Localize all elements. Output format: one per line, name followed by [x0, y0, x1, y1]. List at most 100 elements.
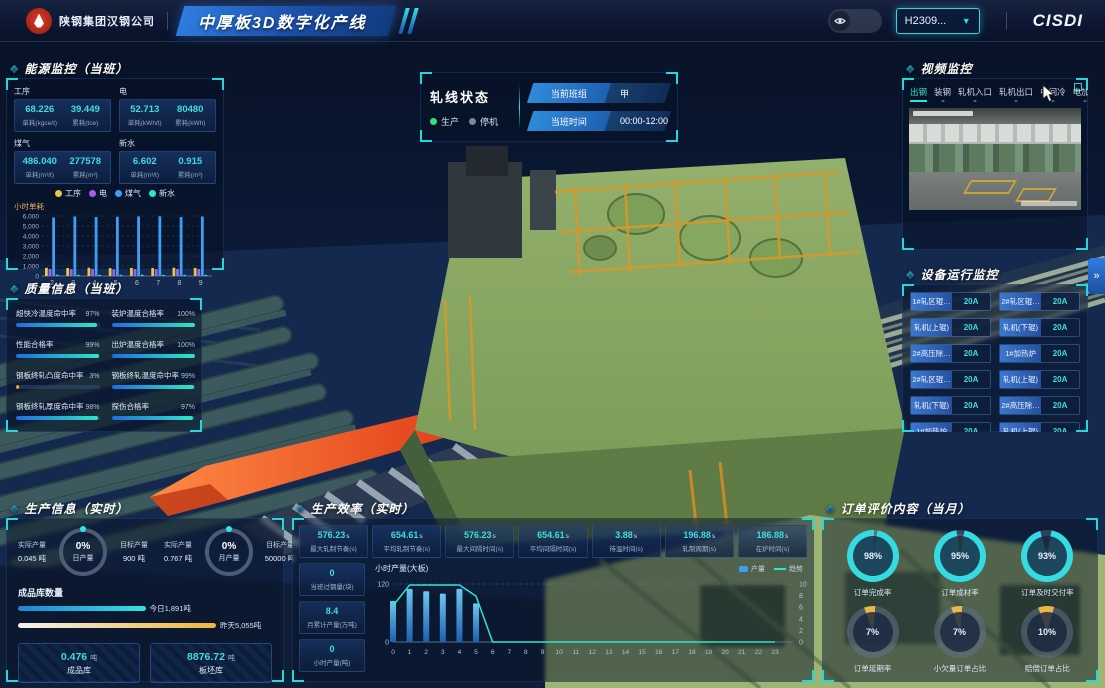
video-tab-装钢[interactable]: 装钢	[934, 86, 951, 102]
visibility-toggle[interactable]	[828, 9, 882, 33]
energy-metric: 486.040单耗(m³/t)	[17, 156, 63, 179]
equipment-row: 2#轧区辊…20A 轧机(上辊)20A	[910, 370, 1080, 389]
efficiency-stat-label: 在炉时间(s)	[741, 543, 804, 553]
quality-bar-fill	[112, 385, 195, 389]
energy-group-name: 煤气	[14, 138, 111, 149]
svg-text:6: 6	[135, 280, 139, 287]
equipment-cell[interactable]: 轧机(上辊)20A	[910, 318, 991, 337]
efficiency-side-value: 0	[302, 644, 362, 654]
equipment-cell[interactable]: 1#轧区辊…20A	[910, 292, 991, 311]
equipment-cell[interactable]: 轧机(下辊)20A	[910, 396, 991, 415]
equipment-cell[interactable]: 轧机(下辊)20A	[999, 318, 1080, 337]
hourly-output-chart: 1200108642001234567891011121314151617181…	[371, 574, 807, 671]
efficiency-stat-value: 576.23s	[448, 530, 511, 540]
order-gauge-value: 10%	[1038, 627, 1056, 637]
status-legend-item: 生产	[430, 115, 459, 128]
target-output-label: 目标产量	[112, 540, 156, 550]
video-feed[interactable]	[909, 108, 1081, 210]
equipment-cell[interactable]: 2#高压除…20A	[910, 344, 991, 363]
equipment-cell[interactable]: 2#高压除…20A	[999, 396, 1080, 415]
equipment-name: 1#加热炉	[1000, 345, 1041, 362]
status-legend-item: 停机	[469, 115, 498, 128]
video-panel-title: 视频监控	[920, 60, 972, 77]
efficiency-stat-label: 待温时间(s)	[595, 543, 658, 553]
quality-item-row: 钢板终轧温度命中率99%	[112, 370, 196, 381]
svg-text:11: 11	[572, 649, 579, 656]
energy-panel: 工序68.226单耗(kgce/t)39.449累耗(tce)电52.713单耗…	[6, 78, 224, 270]
svg-text:14: 14	[622, 649, 630, 656]
efficiency-stat-unit: s	[634, 533, 637, 540]
inventory-bar	[18, 606, 146, 611]
heat-number-value: H2309...	[905, 15, 947, 27]
equipment-cell[interactable]: 1#加热炉20A	[910, 422, 991, 432]
efficiency-stat-unit: s	[419, 533, 422, 540]
line-status-separator	[519, 85, 520, 129]
quality-item: 超快冷温度命中率97%	[16, 308, 100, 327]
efficiency-stat-card: 654.61s平均轧制节奏(s)	[372, 525, 441, 558]
efficiency-stat-card: 576.23s最大间隔时间(s)	[445, 525, 514, 558]
title-decor-stripes	[402, 8, 415, 34]
svg-text:9: 9	[541, 649, 545, 656]
video-tab-中间冷[interactable]: 中间冷	[1040, 86, 1066, 102]
quality-item-value: 99%	[86, 342, 100, 349]
svg-text:6,000: 6,000	[23, 213, 40, 220]
ring-percent: 0%	[222, 541, 236, 552]
svg-text:6: 6	[799, 605, 803, 612]
quality-bar-fill	[16, 323, 97, 327]
panel-diamond-icon: ◆	[826, 502, 835, 515]
energy-group-card: 68.226单耗(kgce/t)39.449累耗(tce)	[14, 99, 111, 132]
actual-output-label: 实际产量	[10, 540, 54, 550]
chart-legend-item: 产量	[739, 564, 765, 574]
equipment-current-value: 20A	[952, 371, 990, 388]
quality-item: 出炉温度合格率100%	[112, 339, 196, 358]
video-tab-轧机入口[interactable]: 轧机入口	[958, 86, 992, 102]
production-gauge-group: 实际产量0.767 吨0%月产量目标产量50000 吨	[156, 528, 302, 576]
equipment-cell[interactable]: 2#轧区辊…20A	[910, 370, 991, 389]
status-ribbon: 当班时间00:00-12:00	[527, 111, 672, 131]
quality-item: 探伤合格率97%	[112, 401, 196, 420]
hourly-output-legend: 产量趋势	[739, 564, 803, 574]
energy-metric-unit: 单耗(kWh/t)	[122, 117, 168, 127]
energy-legend-item: 煤气	[115, 188, 141, 199]
video-tab-出钢[interactable]: 出钢	[910, 86, 927, 102]
quality-grid: 超快冷温度命中率97%装炉温度合格率100%性能合格率99%出炉温度合格率100…	[6, 298, 202, 430]
equipment-cell[interactable]: 轧机(上辊)20A	[999, 422, 1080, 432]
equipment-cell[interactable]: 轧机(上辊)20A	[999, 370, 1080, 389]
video-tab-电加热[interactable]: 电加热	[1073, 86, 1088, 102]
legend-dot-icon	[55, 190, 62, 197]
energy-legend-item: 工序	[55, 188, 81, 199]
svg-text:8: 8	[524, 649, 528, 656]
quality-panel: 超快冷温度命中率97%装炉温度合格率100%性能合格率99%出炉温度合格率100…	[6, 298, 202, 432]
video-tab-轧机出口[interactable]: 轧机出口	[999, 86, 1033, 102]
quality-item: 钢板终轧凸度命中率3%	[16, 370, 100, 389]
equipment-row: 2#高压除…20A 1#加热炉20A	[910, 344, 1080, 363]
quality-item-label: 钢板终轧凸度命中率	[16, 370, 84, 381]
actual-output-value: 0.045 吨	[10, 553, 54, 564]
panel-collapse-button[interactable]: »	[1088, 258, 1105, 294]
energy-legend-label: 电	[99, 188, 107, 199]
panel-diamond-icon: ◆	[906, 62, 915, 75]
order-donut-gauge: 98%	[843, 526, 903, 586]
heat-number-select[interactable]: H2309... ▼	[896, 8, 980, 34]
page-title: 中厚板3D数字化产线	[198, 9, 366, 33]
energy-group: 煤气 486.040单耗(m³/t)277578累耗(m³)	[14, 138, 111, 184]
header-divider-2	[1006, 12, 1007, 30]
quality-item: 钢板终轧温度命中率99%	[112, 370, 196, 389]
quality-item-row: 装炉温度合格率100%	[112, 308, 196, 319]
svg-text:4: 4	[799, 616, 803, 623]
efficiency-stat-unit: s	[785, 533, 788, 540]
output-ring-gauge: 0%月产量	[205, 528, 253, 576]
chart-legend-label: 产量	[751, 564, 765, 574]
order-donut-gauge: 7%	[927, 599, 994, 666]
efficiency-stat-card: 576.23s最大轧制节奏(s)	[299, 525, 368, 558]
energy-group-card: 486.040单耗(m³/t)277578累耗(m³)	[14, 151, 111, 184]
equipment-cell[interactable]: 1#加热炉20A	[999, 344, 1080, 363]
order-gauge: 10%赔偿订单占比	[1007, 606, 1088, 674]
equipment-cell[interactable]: 2#轧区辊…20A	[999, 292, 1080, 311]
energy-metric-value: 277578	[63, 156, 109, 167]
energy-metric-value: 0.915	[168, 156, 214, 167]
order-gauge-value: 95%	[951, 551, 969, 561]
energy-metric-unit: 单耗(m³/t)	[17, 169, 63, 179]
quality-bar-fill	[16, 416, 98, 420]
efficiency-stat-unit: s	[712, 533, 715, 540]
